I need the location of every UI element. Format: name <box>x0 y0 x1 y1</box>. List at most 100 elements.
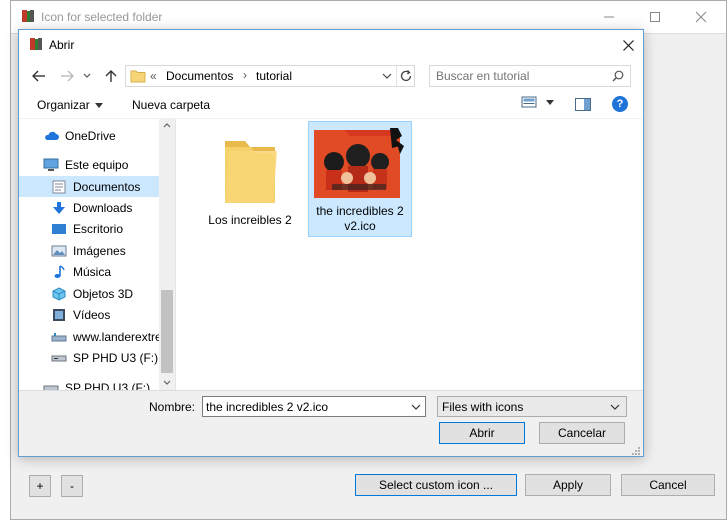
nav-item-documentos[interactable]: Documentos <box>19 176 159 197</box>
close-icon <box>622 39 634 51</box>
nav-item-label: Vídeos <box>73 307 111 322</box>
resize-grip-icon[interactable] <box>631 446 641 456</box>
nav-item-usb-drive[interactable]: SP PHD U3 (F:) <box>19 347 159 368</box>
file-item-ico-selected[interactable]: the incredibles 2 v2.ico <box>308 121 412 237</box>
nav-item-label: Imágenes <box>73 243 126 258</box>
open-file-dialog: Abrir « Documentos › tutorial Buscar en … <box>18 29 644 457</box>
recent-locations-button[interactable] <box>81 66 93 86</box>
refresh-icon[interactable] <box>399 69 413 83</box>
command-toolbar: Organizar Nueva carpeta ? <box>19 92 643 118</box>
cancel-button[interactable]: Cancel <box>621 474 715 496</box>
maximize-icon <box>650 12 660 22</box>
document-folder-icon <box>52 180 66 193</box>
nav-scroll-thumb[interactable] <box>161 290 173 373</box>
arrow-right-icon <box>61 70 74 82</box>
nav-item-objetos-3d[interactable]: Objetos 3D <box>19 283 159 304</box>
nav-item-label: www.landerextre <box>73 329 162 344</box>
nav-item-videos[interactable]: Vídeos <box>19 304 159 325</box>
scroll-up-icon[interactable] <box>163 123 171 128</box>
new-folder-button[interactable]: Nueva carpeta <box>132 98 210 112</box>
nav-item-label: SP PHD U3 (F:) <box>65 380 151 391</box>
filename-value: the incredibles 2 v2.ico <box>206 399 329 414</box>
video-icon <box>53 308 65 321</box>
nav-item-label: Escritorio <box>73 221 124 236</box>
chevron-down-icon[interactable] <box>411 404 421 410</box>
outer-close-button[interactable] <box>678 1 724 33</box>
navigation-pane: OneDrive Este equipo Documentos Download… <box>19 119 175 390</box>
nav-item-imagenes[interactable]: Imágenes <box>19 240 159 261</box>
outer-button-bar: + - Select custom icon ... Apply Cancel <box>11 467 726 519</box>
add-button[interactable]: + <box>29 475 51 497</box>
folder-icon <box>225 141 277 203</box>
computer-icon <box>43 158 59 171</box>
select-custom-icon-button[interactable]: Select custom icon ... <box>355 474 517 496</box>
nav-item-label: Este equipo <box>65 157 129 172</box>
address-divider <box>396 66 397 86</box>
address-overflow-chevron[interactable]: « <box>150 69 157 83</box>
dialog-title: Abrir <box>49 38 75 52</box>
preview-pane-icon[interactable] <box>575 98 591 111</box>
filename-label: Nombre: <box>149 400 196 414</box>
music-note-icon <box>54 264 65 278</box>
cube-3d-icon <box>52 286 66 301</box>
search-input[interactable] <box>434 67 606 85</box>
incredibles-thumbnail-icon <box>314 128 404 198</box>
file-item-label: the incredibles 2 v2.ico <box>316 204 404 233</box>
remove-button[interactable]: - <box>61 475 83 497</box>
search-box[interactable] <box>429 65 631 87</box>
nav-item-downloads[interactable]: Downloads <box>19 197 159 218</box>
nav-item-network-location[interactable]: www.landerextre <box>19 326 162 347</box>
back-button[interactable] <box>29 66 49 86</box>
search-icon <box>612 70 624 82</box>
file-type-value: Files with icons <box>442 399 524 414</box>
app-book-icon <box>30 38 42 50</box>
help-icon[interactable]: ? <box>612 96 628 112</box>
navigation-row: « Documentos › tutorial <box>19 60 643 92</box>
dialog-close-button[interactable] <box>615 34 641 56</box>
view-options-button[interactable] <box>521 96 554 108</box>
app-book-icon <box>22 10 34 22</box>
scroll-down-icon[interactable] <box>163 380 171 385</box>
up-folder-button[interactable] <box>101 66 121 86</box>
breadcrumb-tutorial[interactable]: tutorial <box>256 69 292 83</box>
nav-item-label: Objetos 3D <box>73 286 134 301</box>
nav-item-label: SP PHD U3 (F:) <box>73 350 159 365</box>
open-button[interactable]: Abrir <box>439 422 525 444</box>
apply-button[interactable]: Apply <box>525 474 611 496</box>
chevron-down-icon <box>94 102 103 108</box>
outer-window-title: Icon for selected folder <box>41 10 163 24</box>
breadcrumb-documentos[interactable]: Documentos <box>166 69 233 83</box>
pictures-icon <box>51 245 67 256</box>
network-drive-icon <box>51 332 67 341</box>
close-icon <box>695 11 707 23</box>
organize-label: Organizar <box>37 98 90 112</box>
nav-item-usb-drive-root[interactable]: SP PHD U3 (F:) <box>19 377 159 390</box>
nav-item-label: Documentos <box>73 179 141 194</box>
dialog-cancel-button[interactable]: Cancelar <box>539 422 625 444</box>
file-type-select[interactable]: Files with icons <box>437 396 627 417</box>
file-item-label: Los increibles 2 <box>208 213 292 227</box>
nav-item-escritorio[interactable]: Escritorio <box>19 218 159 239</box>
chevron-down-icon <box>546 99 554 105</box>
file-list-area: Los increibles 2 the incredibles 2 v2.ic… <box>175 119 643 390</box>
content-divider <box>19 390 643 391</box>
nav-pane-scrollbar[interactable] <box>159 119 175 390</box>
arrow-left-icon <box>32 70 45 82</box>
filename-combobox[interactable]: the incredibles 2 v2.ico <box>202 396 426 417</box>
view-list-icon <box>521 96 537 108</box>
forward-button[interactable] <box>57 66 77 86</box>
desktop-icon <box>52 223 66 234</box>
organize-menu-button[interactable]: Organizar <box>37 98 103 112</box>
address-bar[interactable]: « Documentos › tutorial <box>125 65 415 87</box>
nav-item-este-equipo[interactable]: Este equipo <box>19 154 159 175</box>
minimize-icon <box>604 16 614 18</box>
file-item-folder[interactable]: Los increibles 2 <box>198 123 302 241</box>
nav-item-musica[interactable]: Música <box>19 261 159 282</box>
chevron-down-icon <box>83 73 91 78</box>
folder-icon <box>130 70 146 83</box>
nav-item-onedrive[interactable]: OneDrive <box>19 125 159 146</box>
chevron-down-icon[interactable] <box>382 73 392 80</box>
chevron-down-icon <box>610 404 620 410</box>
download-arrow-icon <box>53 201 65 214</box>
usb-drive-icon <box>43 385 59 390</box>
